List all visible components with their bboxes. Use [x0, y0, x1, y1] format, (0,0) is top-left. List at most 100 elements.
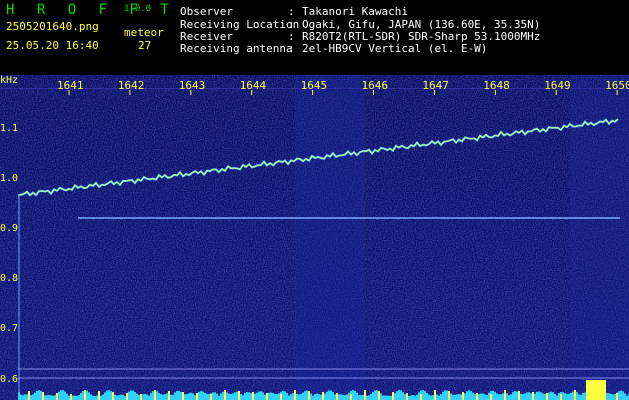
level-spike	[392, 392, 394, 400]
level-bar	[320, 394, 322, 400]
info-sep: :	[288, 18, 295, 31]
level-bar	[568, 393, 570, 400]
level-bar	[324, 393, 326, 400]
level-bar	[544, 394, 546, 400]
level-bar	[556, 395, 558, 400]
level-bar	[376, 390, 378, 400]
level-bar	[30, 395, 32, 400]
level-bar	[88, 392, 90, 400]
noise-band	[295, 75, 365, 400]
level-bar	[20, 394, 22, 400]
y-tick-label: 0.8	[0, 273, 19, 284]
level-spike	[266, 393, 268, 400]
level-bar	[520, 393, 522, 400]
level-bar	[338, 394, 340, 400]
level-bar	[176, 390, 178, 400]
level-bar	[166, 393, 168, 400]
level-bar	[580, 394, 582, 400]
level-bar	[298, 394, 300, 400]
level-spike	[42, 392, 44, 400]
level-bar	[92, 395, 94, 400]
header-panel: H R O F F T 1.0.0 2505201640.png 25.05.2…	[0, 0, 629, 75]
level-bar	[500, 394, 502, 400]
level-spike	[196, 393, 198, 400]
level-bar	[118, 395, 120, 400]
info-key-receiver: Receiver	[180, 30, 233, 43]
level-bar	[304, 391, 306, 400]
level-bar	[34, 392, 36, 400]
level-bar	[202, 391, 204, 400]
level-bar	[618, 391, 620, 400]
level-bar	[356, 392, 358, 400]
level-bar	[474, 394, 476, 400]
x-tick-label: 1649	[544, 79, 571, 92]
level-bar	[310, 393, 312, 400]
y-tick-label: 0.9	[0, 223, 19, 234]
level-bar	[572, 391, 574, 400]
level-bar	[424, 391, 426, 400]
level-bar	[76, 395, 78, 400]
level-bar	[436, 394, 438, 400]
level-bar	[372, 391, 374, 400]
level-bar	[626, 395, 628, 400]
level-bar	[534, 393, 536, 400]
info-key-observer: Observer	[180, 5, 233, 18]
level-spike	[560, 394, 562, 400]
level-spike	[590, 380, 592, 400]
level-bar	[204, 392, 206, 400]
level-bar	[82, 391, 84, 400]
level-bar	[170, 394, 172, 400]
level-bar	[326, 391, 328, 400]
level-bar	[508, 395, 510, 400]
level-bar	[174, 392, 176, 400]
level-bar	[66, 393, 68, 400]
level-spike	[210, 394, 212, 400]
level-spike	[448, 391, 450, 400]
level-spike	[602, 380, 604, 400]
level-bar	[418, 392, 420, 400]
level-bar	[530, 393, 532, 400]
level-bar	[302, 392, 304, 400]
level-bar	[536, 391, 538, 400]
level-spike	[168, 391, 170, 400]
level-bar	[26, 394, 28, 400]
level-bar	[80, 393, 82, 400]
level-spike	[616, 393, 618, 400]
info-sep: :	[288, 5, 295, 18]
level-spike	[592, 380, 594, 400]
level-bar	[44, 395, 46, 400]
level-bar	[286, 392, 288, 400]
level-bar	[566, 393, 568, 400]
level-bar	[226, 392, 228, 400]
level-bar	[398, 390, 400, 400]
level-bar	[396, 391, 398, 400]
level-bar	[276, 394, 278, 400]
level-bar	[554, 393, 556, 400]
level-bar	[248, 392, 250, 400]
level-spike	[112, 392, 114, 400]
level-bar	[390, 395, 392, 400]
level-bar	[120, 394, 122, 400]
level-bar	[72, 395, 74, 400]
level-bar	[564, 393, 566, 400]
level-spike	[594, 380, 596, 400]
level-spike	[28, 391, 30, 400]
level-bar	[230, 394, 232, 400]
level-bar	[86, 390, 88, 400]
level-bar	[528, 392, 530, 400]
level-bar	[136, 393, 138, 400]
x-tick-label: 1650	[605, 79, 629, 92]
level-bar	[622, 391, 624, 400]
level-spike	[84, 390, 86, 400]
level-bar	[342, 394, 344, 400]
level-bar	[228, 393, 230, 400]
level-bar	[278, 393, 280, 400]
level-bar	[32, 394, 34, 400]
level-bar	[360, 395, 362, 400]
level-bar	[368, 395, 370, 400]
info-sep: :	[288, 30, 295, 43]
level-bar	[288, 395, 290, 400]
level-bar	[416, 394, 418, 400]
level-bar	[244, 393, 246, 400]
level-bar	[172, 394, 174, 400]
